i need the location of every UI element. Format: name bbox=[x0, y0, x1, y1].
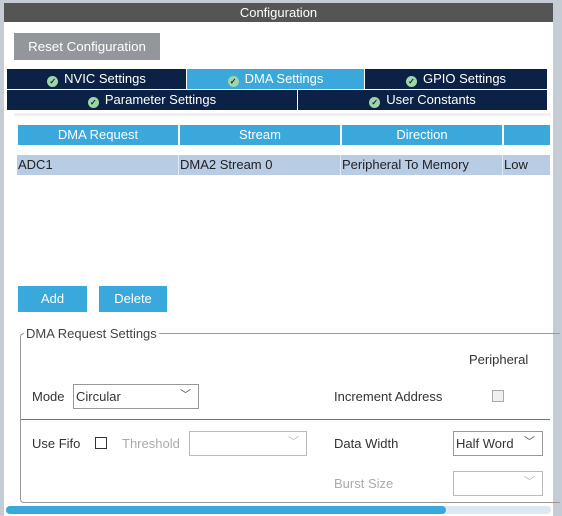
burst-size-select[interactable]: ﹀ bbox=[453, 471, 543, 496]
chevron-down-icon: ﹀ bbox=[180, 389, 191, 401]
chevron-down-icon: ﹀ bbox=[524, 436, 535, 448]
check-circle-icon: ✓ bbox=[405, 76, 417, 87]
chevron-down-icon: ﹀ bbox=[288, 436, 299, 448]
mode-value: Circular bbox=[76, 389, 121, 404]
table-cell[interactable]: DMA2 Stream 0 bbox=[179, 155, 341, 175]
tab-label: NVIC Settings bbox=[64, 71, 146, 86]
increment-address-checkbox[interactable] bbox=[492, 390, 504, 402]
check-circle-icon: ✓ bbox=[227, 76, 239, 87]
tab-nvic-settings[interactable]: ✓ NVIC Settings bbox=[7, 69, 187, 89]
column-header-direction[interactable]: Direction bbox=[342, 125, 502, 145]
add-button[interactable]: Add bbox=[18, 286, 87, 312]
burst-size-label: Burst Size bbox=[334, 476, 394, 491]
increment-address-label: Increment Address bbox=[334, 389, 443, 404]
table-cell[interactable]: ADC1 bbox=[17, 155, 179, 175]
data-width-select[interactable]: Half Word ﹀ bbox=[453, 431, 543, 456]
threshold-label: Threshold bbox=[122, 436, 180, 451]
data-width-label: Data Width bbox=[334, 436, 399, 451]
chevron-down-icon: ﹀ bbox=[524, 476, 535, 488]
peripheral-header: Peripheral bbox=[469, 352, 529, 367]
column-header-stream[interactable]: Stream bbox=[180, 125, 340, 145]
check-circle-icon: ✓ bbox=[369, 97, 381, 108]
scrollbar-thumb[interactable] bbox=[6, 506, 446, 514]
group-title: DMA Request Settings bbox=[24, 326, 159, 341]
use-fifo-label: Use Fifo bbox=[32, 436, 81, 451]
table-cell[interactable]: Low bbox=[503, 155, 550, 175]
mode-label: Mode bbox=[32, 389, 65, 404]
reset-configuration-button[interactable]: Reset Configuration bbox=[14, 33, 160, 60]
tab-label: DMA Settings bbox=[244, 71, 324, 86]
threshold-select[interactable]: ﹀ bbox=[189, 431, 307, 456]
data-width-value: Half Word bbox=[456, 436, 514, 451]
column-header-priority[interactable] bbox=[504, 125, 550, 145]
tab-user-constants[interactable]: ✓ User Constants bbox=[298, 89, 547, 110]
tab-label: Parameter Settings bbox=[104, 92, 217, 107]
tab-parameter-settings[interactable]: ✓ Parameter Settings bbox=[7, 89, 298, 110]
delete-button[interactable]: Delete bbox=[99, 286, 167, 312]
table-cell[interactable]: Peripheral To Memory bbox=[341, 155, 503, 175]
divider bbox=[21, 419, 550, 420]
check-circle-icon: ✓ bbox=[47, 76, 59, 87]
tab-label: User Constants bbox=[386, 92, 476, 107]
mode-select[interactable]: Circular ﹀ bbox=[73, 384, 199, 409]
window-title: Configuration bbox=[4, 3, 553, 22]
tab-gpio-settings[interactable]: ✓ GPIO Settings bbox=[365, 69, 547, 89]
use-fifo-checkbox[interactable] bbox=[95, 437, 107, 449]
check-circle-icon: ✓ bbox=[87, 97, 99, 108]
column-header-dma-request[interactable]: DMA Request bbox=[18, 125, 178, 145]
tab-label: GPIO Settings bbox=[422, 71, 507, 86]
tab-dma-settings[interactable]: ✓ DMA Settings bbox=[187, 69, 365, 89]
